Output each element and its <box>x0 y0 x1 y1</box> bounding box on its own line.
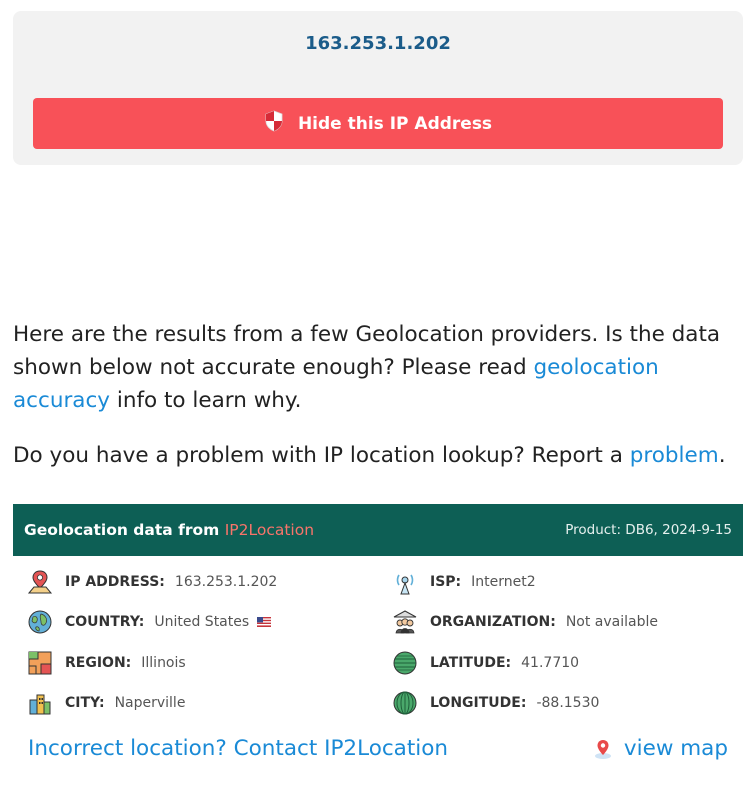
ip-card: 163.253.1.202 Hide this IP Address <box>13 11 743 165</box>
longitude-label: LONGITUDE: <box>430 695 527 711</box>
longitude-globe-icon <box>393 691 417 715</box>
geolocation-links: Incorrect location? Contact IP2Location … <box>28 736 728 761</box>
city-label: CITY: <box>65 695 105 711</box>
isp-value: Internet2 <box>471 574 536 590</box>
geolocation-title-prefix: Geolocation data from <box>24 521 225 539</box>
country-label: COUNTRY: <box>65 614 145 630</box>
longitude-value: -88.1530 <box>536 695 600 711</box>
isp-label: ISP: <box>430 574 462 590</box>
shield-icon <box>264 110 284 137</box>
region-label: REGION: <box>65 655 132 671</box>
hide-ip-button[interactable]: Hide this IP Address <box>33 98 723 149</box>
provider-name: IP2Location <box>224 521 315 539</box>
product-info: Product: DB6, 2024-9-15 <box>565 522 732 538</box>
incorrect-location-link[interactable]: Incorrect location? Contact IP2Location <box>28 736 448 761</box>
latitude-label: LATITUDE: <box>430 655 512 671</box>
problem-text-a: Do you have a problem with IP location l… <box>13 443 630 468</box>
geolocation-body: IP ADDRESS: 163.253.1.202 COUNTRY: Unite… <box>13 556 743 785</box>
ip-address-label: IP ADDRESS: <box>65 574 165 590</box>
geolocation-header: Geolocation data from IP2Location Produc… <box>13 504 743 556</box>
organization-icon <box>393 610 417 634</box>
accuracy-paragraph: Here are the results from a few Geolocat… <box>13 318 735 417</box>
region-value: Illinois <box>141 655 186 671</box>
us-flag-icon <box>257 617 272 627</box>
view-map-link[interactable]: view map <box>592 736 728 761</box>
hide-ip-label: Hide this IP Address <box>297 113 493 134</box>
location-pin-icon <box>27 570 53 594</box>
ip-address-value: 163.253.1.202 <box>174 574 278 590</box>
latitude-value: 41.7710 <box>521 655 580 671</box>
problem-text-b: . <box>718 443 726 468</box>
problem-paragraph: Do you have a problem with IP location l… <box>13 439 735 472</box>
ip-address-display: 163.253.1.202 <box>305 33 451 54</box>
report-problem-link[interactable]: problem <box>630 443 719 468</box>
organization-row: ORGANIZATION: Not available <box>392 609 658 635</box>
country-value: United States <box>154 614 250 630</box>
longitude-row: LONGITUDE: -88.1530 <box>392 690 599 716</box>
map-pin-icon <box>594 739 611 759</box>
city-value: Naperville <box>114 695 186 711</box>
region-row: REGION: Illinois <box>27 650 186 676</box>
latitude-row: LATITUDE: 41.7710 <box>392 650 579 676</box>
globe-icon <box>28 610 52 634</box>
isp-row: ISP: Internet2 <box>392 569 536 595</box>
view-map-label: view map <box>623 736 728 761</box>
country-row: COUNTRY: United States <box>27 609 272 635</box>
antenna-icon <box>396 574 414 595</box>
latitude-globe-icon <box>393 651 417 675</box>
accuracy-text-b: info to learn why. <box>110 388 302 413</box>
organization-label: ORGANIZATION: <box>430 614 556 630</box>
city-row: CITY: Naperville <box>27 690 185 716</box>
geolocation-title: Geolocation data from IP2Location <box>24 521 314 539</box>
organization-value: Not available <box>565 614 658 630</box>
city-buildings-icon <box>29 694 51 715</box>
ip-address-row: IP ADDRESS: 163.253.1.202 <box>27 569 277 595</box>
map-region-icon <box>28 651 52 675</box>
